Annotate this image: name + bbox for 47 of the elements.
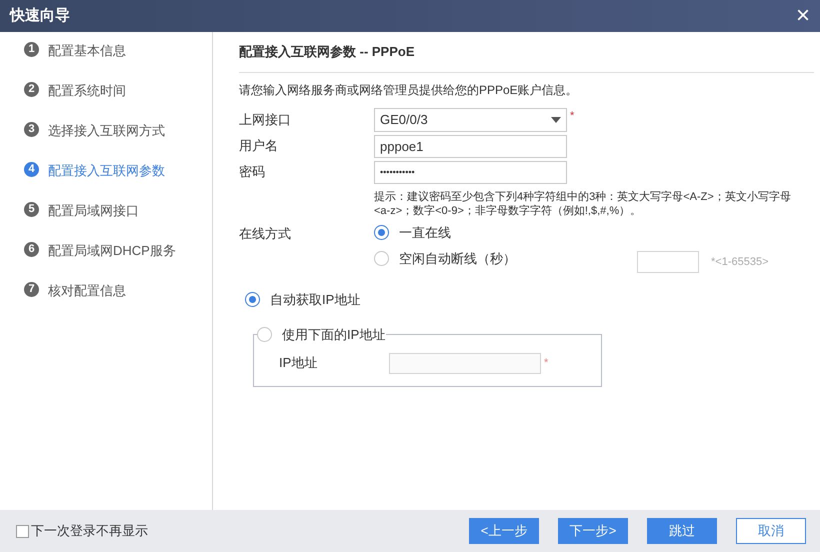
step-number: 2 [24,82,39,97]
step-number: 6 [24,242,39,257]
step-item[interactable]: 选择接入互联网方式 [48,121,165,140]
checkbox[interactable] [16,524,29,538]
step-number: 1 [24,42,39,57]
required-mark: * [544,356,548,371]
radio-button[interactable] [257,327,272,342]
step-number: 4 [24,162,39,177]
field-label: 用户名 [239,137,279,156]
radio-button[interactable] [374,225,389,240]
checkbox-label: 下一次登录不再显示 [31,522,148,540]
step-item[interactable]: 配置局域网DHCP服务 [48,241,176,260]
hint-text: 提示：建议密码至少包含下列4种字符组中的3种：英文大写字母<A-Z>；英文小写字母<a-z>；数字<0-9>；非字母数字字符（例如!,$,#,%）。 [374,190,792,218]
interface-select[interactable]: GE0/0/3 [374,108,567,132]
footer-button[interactable]: <上一步 [469,518,539,544]
field-label: 密码 [239,163,266,182]
radio-button[interactable] [374,251,389,266]
username-field[interactable]: pppoe1 [374,134,567,158]
field-label: 在线方式 [239,224,292,242]
step-item[interactable]: 配置基本信息 [48,41,126,60]
caret-icon [551,116,561,122]
radio-label: 一直在线 [399,224,452,242]
required-mark: * [570,108,574,124]
range-hint: *<1-65535> [711,255,768,270]
ip-address-field[interactable] [389,352,541,374]
footer-button[interactable]: 取消 [736,518,806,544]
step-item[interactable]: 配置接入互联网参数 [48,161,165,180]
field-label: 上网接口 [239,110,292,129]
step-item[interactable]: 配置系统时间 [48,81,126,100]
window-title: 快速向导 [10,6,70,26]
step-number: 5 [24,202,39,217]
step-number: 7 [24,282,39,297]
step-number: 3 [24,122,39,137]
footer-button[interactable]: 跳过 [647,518,717,544]
footer-button[interactable]: 下一步> [558,518,628,544]
close-button[interactable]: × [796,4,810,28]
step-item[interactable]: 配置局域网接口 [48,201,139,220]
step-item[interactable]: 核对配置信息 [48,281,126,300]
password-field[interactable]: ••••••••••• [374,160,567,184]
radio-label: 空闲自动断线（秒） [399,250,517,268]
section-title: 配置接入互联网参数 -- PPPoE [239,42,814,72]
radio-label: 自动获取IP地址 [270,290,360,308]
field-label: IP地址 [279,354,318,372]
idle-seconds-field[interactable] [637,250,699,272]
radio-label: 使用下面的IP地址 [282,326,386,344]
radio-button[interactable] [245,292,260,307]
intro-text: 请您输入网络服务商或网络管理员提供给您的PPPoE账户信息。 [239,82,579,98]
